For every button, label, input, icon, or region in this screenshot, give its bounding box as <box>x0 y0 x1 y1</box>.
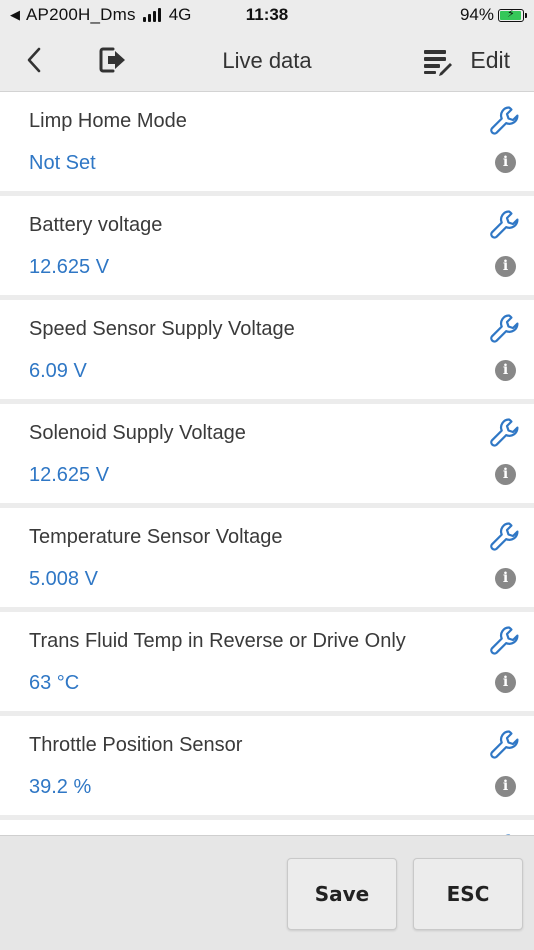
parameter-value: 39.2 % <box>29 776 92 798</box>
info-icon[interactable]: i <box>495 360 516 381</box>
status-right: 94% ⚡ <box>459 5 527 25</box>
parameter-name: Limp Home Mode <box>29 110 187 132</box>
info-icon[interactable]: i <box>495 568 516 589</box>
parameter-value: 6.09 V <box>29 360 87 382</box>
info-icon[interactable]: i <box>495 464 516 485</box>
parameter-value: 12.625 V <box>29 464 110 486</box>
info-icon[interactable]: i <box>495 672 516 693</box>
wrench-icon[interactable] <box>488 416 522 450</box>
live-data-row[interactable]: Throttle Position Sensor 39.2 % i <box>0 716 534 815</box>
parameter-value: Not Set <box>29 152 96 174</box>
page-title: Live data <box>222 48 312 73</box>
exit-icon[interactable] <box>98 45 128 75</box>
parameter-name: Throttle Position Sensor <box>29 734 243 756</box>
parameter-name: Speed Sensor Supply Voltage <box>29 318 295 340</box>
wrench-icon[interactable] <box>488 104 522 138</box>
parameter-name: Battery voltage <box>29 214 163 236</box>
parameter-value: 12.625 V <box>29 256 110 278</box>
wrench-icon[interactable] <box>488 520 522 554</box>
parameter-name: Temperature Sensor Voltage <box>29 526 283 548</box>
back-chevron-icon[interactable] <box>20 44 50 76</box>
battery-percent: 94% <box>459 5 494 24</box>
live-data-row[interactable]: Limp Home Mode Not Set i <box>0 92 534 191</box>
live-data-row[interactable]: Battery voltage 12.625 V i <box>0 196 534 295</box>
info-icon[interactable]: i <box>495 256 516 277</box>
bottom-toolbar: Save ESC <box>0 835 534 950</box>
live-data-list[interactable]: Limp Home Mode Not Set i Battery voltage 12.… <box>0 92 534 835</box>
wrench-icon[interactable] <box>488 312 522 346</box>
info-icon[interactable]: i <box>495 152 516 173</box>
parameter-value: 63 °C <box>29 672 80 694</box>
live-data-row[interactable]: Trans Fluid Temp in Reverse or Drive Onl… <box>0 612 534 711</box>
save-button[interactable]: Save <box>287 858 397 930</box>
wrench-icon[interactable] <box>488 208 522 242</box>
edit-button[interactable]: Edit <box>470 47 510 74</box>
live-data-row[interactable]: Solenoid Supply Voltage 12.625 V i <box>0 404 534 503</box>
status-bar: ◀ AP200H_Dms 4G 11:38 94% ⚡ <box>0 0 534 30</box>
battery-icon: ⚡ <box>498 7 527 22</box>
wrench-icon[interactable] <box>488 624 522 658</box>
navigation-bar: Live data Edit <box>0 30 534 92</box>
esc-button[interactable]: ESC <box>413 858 523 930</box>
live-data-row[interactable]: Speed Sensor Supply Voltage 6.09 V i <box>0 300 534 399</box>
info-icon[interactable]: i <box>495 776 516 797</box>
parameter-name: Trans Fluid Temp in Reverse or Drive Onl… <box>29 630 406 652</box>
wrench-icon[interactable] <box>488 728 522 762</box>
partial-list-row[interactable] <box>0 820 534 835</box>
data-list-icon[interactable] <box>422 46 452 76</box>
live-data-row[interactable]: Temperature Sensor Voltage 5.008 V i <box>0 508 534 607</box>
parameter-value: 5.008 V <box>29 568 98 590</box>
charging-bolt-icon: ⚡ <box>507 7 515 20</box>
parameter-name: Solenoid Supply Voltage <box>29 422 246 444</box>
status-time: 11:38 <box>245 5 289 24</box>
